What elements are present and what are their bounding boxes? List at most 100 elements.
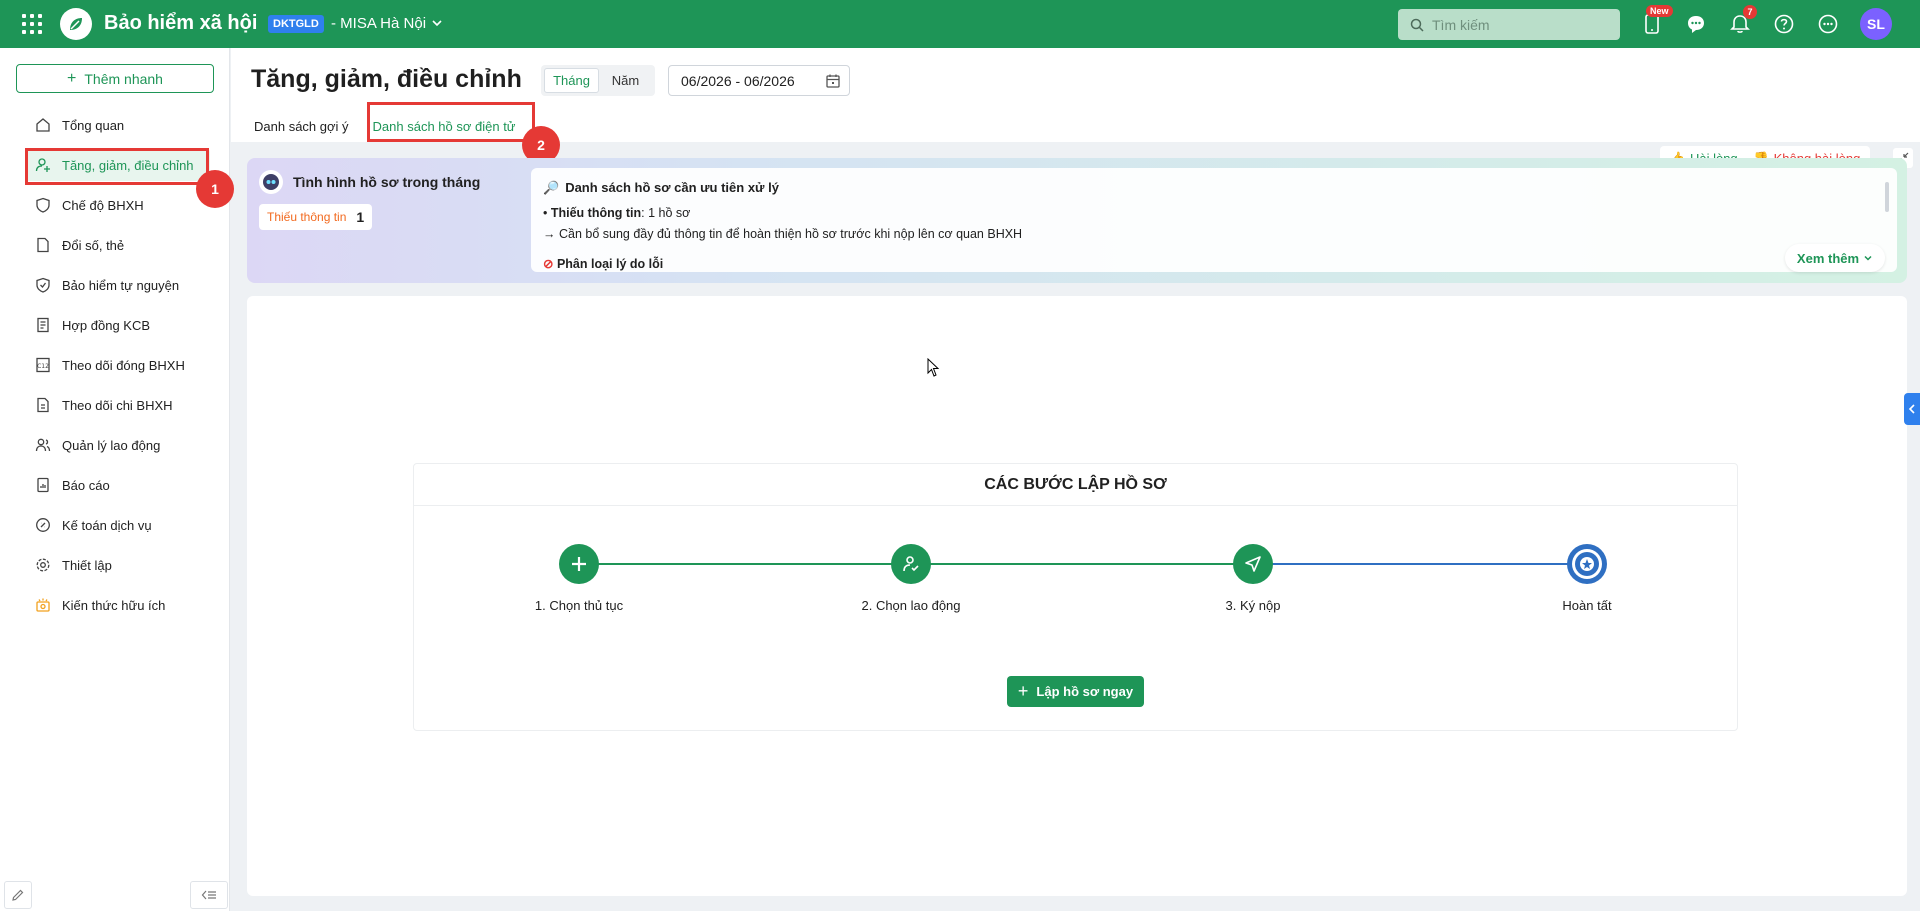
tab-suggested-list[interactable]: Danh sách gợi ý (242, 110, 361, 142)
leaf-icon (70, 18, 82, 30)
report-icon (34, 476, 52, 494)
sidebar: + Thêm nhanh Tổng quan Tăng, giảm, điều … (0, 48, 230, 911)
bhxh-emblem-icon (1567, 544, 1607, 584)
sidebar-item-overview[interactable]: Tổng quan (0, 105, 230, 145)
knowledge-icon (34, 596, 52, 614)
plus-icon: + (67, 69, 77, 87)
period-year-option[interactable]: Năm (599, 68, 652, 93)
collapse-sidebar-button[interactable] (190, 881, 228, 909)
priority-title-text: Danh sách hồ sơ cần ưu tiên xử lý (565, 180, 779, 195)
sidebar-item-change-number-card[interactable]: Đổi số, thẻ (0, 225, 230, 265)
new-badge: New (1646, 5, 1673, 17)
sidebar-item-voluntary-insurance[interactable]: Bảo hiểm tự nguyện (0, 265, 230, 305)
pencil-icon (12, 889, 24, 901)
sidebar-item-label: Kiến thức hữu ích (62, 597, 166, 613)
page-header: Tăng, giảm, điều chỉnh Tháng Năm 06/2026… (231, 48, 1920, 142)
period-toggle: Tháng Năm (541, 65, 655, 96)
annotation-number-1: 1 (196, 170, 234, 208)
gear-icon (34, 556, 52, 574)
chat-icon[interactable] (1684, 12, 1708, 36)
plus-icon: + (1017, 681, 1029, 701)
status-banner: Tình hình hồ sơ trong tháng Thiếu thông … (247, 158, 1907, 283)
top-bar: Bảo hiểm xã hội DKTGLD - MISA Hà Nội New… (0, 0, 1920, 48)
missing-info-count: 1 (356, 209, 365, 225)
step-label: 2. Chọn lao động (861, 598, 961, 613)
user-avatar[interactable]: SL (1860, 8, 1892, 40)
quick-add-label: Thêm nhanh (84, 70, 163, 87)
chevron-left-icon (1908, 404, 1915, 414)
magnifier-icon: 🔎 (543, 180, 560, 195)
sidebar-item-kcb-contract[interactable]: Hợp đồng KCB (0, 305, 230, 345)
sidebar-item-label: Chế độ BHXH (62, 197, 144, 213)
step-sign-submit: 3. Ký nộp (1153, 544, 1353, 613)
sidebar-item-service-accounting[interactable]: Kế toán dịch vụ (0, 505, 230, 545)
quick-add-button[interactable]: + Thêm nhanh (16, 64, 214, 93)
sidebar-item-report[interactable]: Báo cáo (0, 465, 230, 505)
missing-info-label: Thiếu thông tin (267, 210, 347, 224)
missing-info-chip[interactable]: Thiếu thông tin 1 (259, 204, 373, 230)
sidebar-item-label: Bảo hiểm tự nguyện (62, 277, 180, 293)
missing-info-rest: : 1 hồ sơ (641, 206, 691, 220)
sidebar-item-label: Hợp đồng KCB (62, 317, 151, 333)
sidebar-item-track-payment[interactable]: C12 Theo dõi đóng BHXH (0, 345, 230, 385)
sidebar-item-settings[interactable]: Thiết lập (0, 545, 230, 585)
notification-count-badge: 7 (1743, 5, 1757, 19)
sidebar-nav: Tổng quan Tăng, giảm, điều chỉnh Chế độ … (0, 105, 230, 625)
scrollbar[interactable] (1885, 182, 1889, 212)
payment-doc-icon (34, 396, 52, 414)
apps-grid-icon[interactable] (22, 14, 42, 34)
robot-icon (259, 170, 283, 194)
tab-electronic-records[interactable]: Danh sách hồ sơ điện tử (361, 110, 528, 142)
priority-line-instruction: → Cần bổ sung đầy đủ thông tin để hoàn t… (543, 227, 1023, 241)
search-box[interactable] (1398, 9, 1620, 40)
create-record-now-button[interactable]: + Lập hồ sơ ngay (1007, 676, 1144, 707)
sidebar-item-increase-decrease[interactable]: Tăng, giảm, điều chỉnh (0, 145, 230, 185)
sidebar-footer (0, 877, 230, 911)
step-label: 1. Chọn thủ tục (534, 598, 624, 613)
sidebar-item-labor-management[interactable]: Quản lý lao động (0, 425, 230, 465)
date-range-value: 06/2026 - 06/2026 (681, 72, 795, 89)
sidebar-item-label: Đổi số, thẻ (62, 237, 125, 253)
plus-icon (559, 544, 599, 584)
app-logo (60, 8, 92, 40)
accounting-icon (34, 516, 52, 534)
org-name[interactable]: - MISA Hà Nội (331, 15, 426, 32)
see-more-label: Xem thêm (1796, 250, 1860, 266)
error-icon: ⊘ (543, 257, 557, 271)
app-title: Bảo hiểm xã hội (104, 12, 258, 34)
see-more-button[interactable]: Xem thêm (1785, 244, 1885, 272)
period-month-option[interactable]: Tháng (544, 68, 599, 93)
edit-menu-button[interactable] (4, 881, 32, 909)
sidebar-item-label: Quản lý lao động (62, 437, 161, 453)
sidebar-item-useful-knowledge[interactable]: Kiến thức hữu ích (0, 585, 230, 625)
step-complete: Hoàn tất (1487, 544, 1687, 613)
more-options-icon[interactable] (1816, 12, 1840, 36)
priority-list-card: 🔎 Danh sách hồ sơ cần ưu tiên xử lý • Thi… (531, 168, 1897, 272)
date-range-picker[interactable]: 06/2026 - 06/2026 (668, 65, 850, 96)
sidebar-item-track-expense[interactable]: Theo dõi chi BHXH (0, 385, 230, 425)
step-choose-employee: 2. Chọn lao động (811, 544, 1011, 613)
help-icon[interactable] (1772, 12, 1796, 36)
step-choose-procedure: 1. Chọn thủ tục (479, 544, 679, 613)
page-title: Tăng, giảm, điều chỉnh (251, 65, 522, 93)
search-input[interactable] (1432, 16, 1612, 33)
svg-text:C12: C12 (37, 363, 49, 370)
steps-title: CÁC BƯỚC LẬP HỒ SƠ (414, 464, 1737, 506)
contract-icon (34, 316, 52, 334)
step-label: Hoàn tất (1562, 598, 1612, 613)
sidebar-item-label: Thiết lập (62, 557, 112, 573)
chevron-down-icon (1864, 255, 1872, 261)
search-icon (1410, 18, 1424, 32)
sidebar-item-label: Tăng, giảm, điều chỉnh (62, 157, 194, 173)
side-panel-toggle[interactable] (1904, 393, 1920, 425)
sidebar-item-label: Báo cáo (62, 477, 110, 493)
priority-line-missing: • Thiếu thông tin: 1 hồ sơ (543, 206, 691, 220)
banner-title: Tình hình hồ sơ trong tháng (293, 174, 481, 190)
priority-line-error-classification: ⊘ Phân loại lý do lỗi (543, 256, 663, 271)
org-code-badge[interactable]: DKTGLD (268, 15, 324, 33)
sidebar-item-label: Theo dõi đóng BHXH (62, 357, 185, 373)
chevron-down-icon[interactable] (431, 17, 443, 29)
c12-icon: C12 (34, 356, 52, 374)
user-plus-icon (34, 156, 52, 174)
calendar-icon (826, 74, 840, 88)
